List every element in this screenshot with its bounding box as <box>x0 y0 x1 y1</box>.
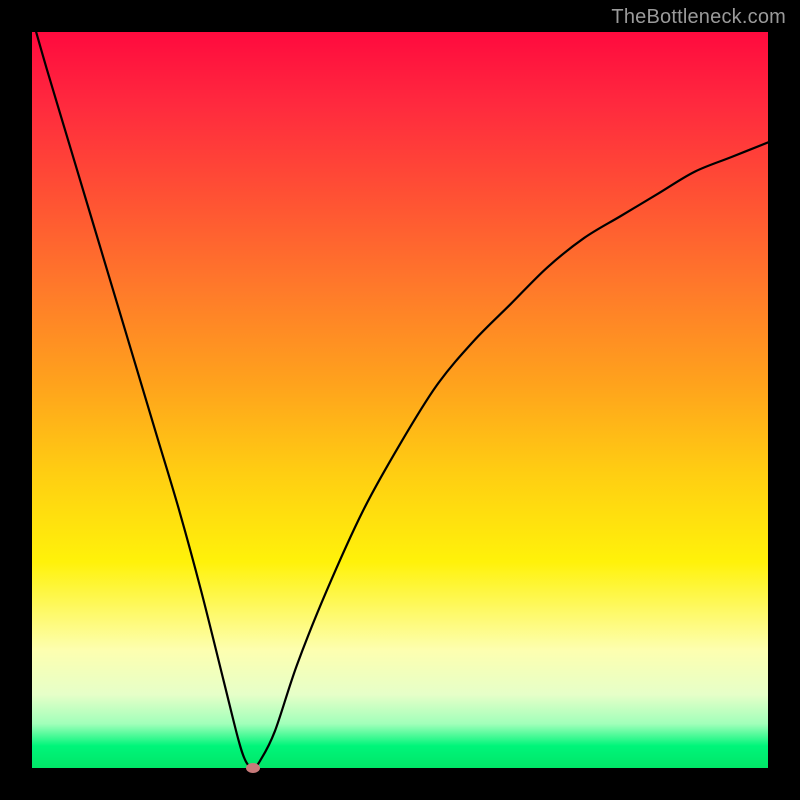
plot-area <box>32 32 768 768</box>
chart-frame: TheBottleneck.com <box>0 0 800 800</box>
bottleneck-curve <box>32 32 768 768</box>
minimum-marker <box>246 763 260 773</box>
watermark-text: TheBottleneck.com <box>611 6 786 29</box>
